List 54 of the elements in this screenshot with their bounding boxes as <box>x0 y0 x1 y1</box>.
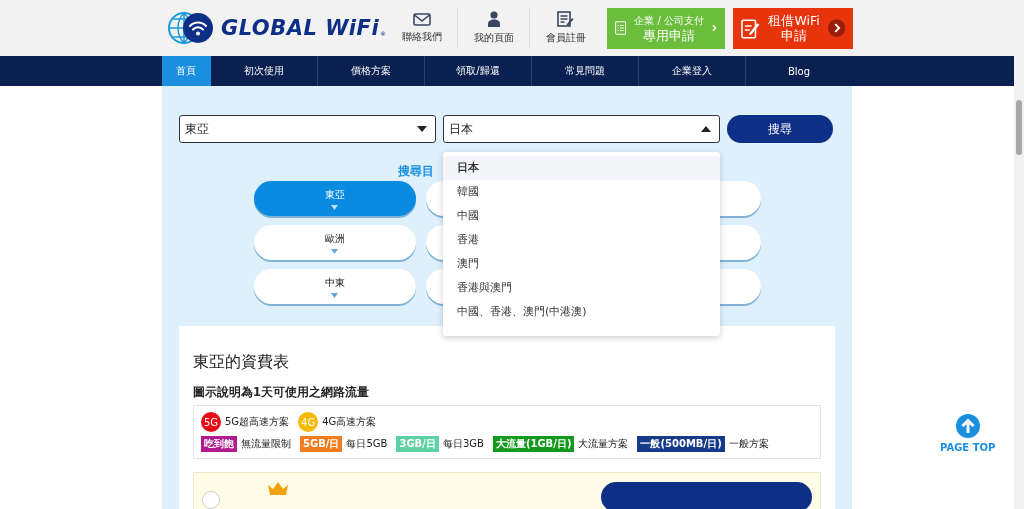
crown-icon <box>267 481 289 495</box>
data-plan-tag: 大流量(1GB/日) <box>492 436 575 452</box>
data-plan-tag: 5GB/日 <box>300 436 343 452</box>
nav-tab[interactable]: 初次使用 <box>210 56 317 86</box>
data-plan-tag: 3GB/日 <box>396 436 439 452</box>
scrollbar-thumb[interactable] <box>1016 100 1022 155</box>
country-option[interactable]: 中國 <box>443 204 720 228</box>
speed-badge: 5G <box>201 412 221 432</box>
legend-label: 大流量方案 <box>578 437 629 451</box>
person-icon <box>487 11 500 27</box>
country-select[interactable]: 日本 <box>443 115 720 143</box>
region-button[interactable]: 東亞 <box>253 181 416 216</box>
country-option[interactable]: 澳門 <box>443 252 720 276</box>
country-option[interactable]: 香港 <box>443 228 720 252</box>
edit-document-icon <box>741 17 761 39</box>
legend-label: 一般方案 <box>728 437 769 451</box>
country-option[interactable]: 韓國 <box>443 180 720 204</box>
header-link[interactable]: 聯絡我們 <box>386 8 458 48</box>
legend-label: 5G超高速方案 <box>225 415 290 429</box>
country-option[interactable]: 日本 <box>443 156 720 180</box>
search-button[interactable]: 搜尋 <box>727 115 833 143</box>
arrow-up-circle-icon <box>955 414 980 438</box>
legend-label: 無流量限制 <box>241 437 291 451</box>
rent-wifi-apply-button[interactable]: 租借WiFi 申請 <box>733 7 854 49</box>
circle-icon <box>202 491 220 509</box>
legend-label: 每日5GB <box>346 437 388 451</box>
country-option[interactable]: 中國、香港、澳門(中港澳) <box>443 300 720 324</box>
search-heading: 搜尋目 <box>398 164 434 178</box>
caret-down-icon <box>331 248 338 254</box>
region-select[interactable]: 東亞 <box>179 115 436 143</box>
rates-title: 東亞的資費表 <box>193 352 290 373</box>
scrollbar[interactable] <box>1014 0 1024 509</box>
caret-up-icon <box>701 126 711 132</box>
globe-wifi-logo-icon[interactable] <box>167 11 215 45</box>
logo-text[interactable]: GLOBAL WiFi <box>221 16 380 40</box>
region-button[interactable]: 歐洲 <box>253 225 416 260</box>
caret-down-icon <box>331 204 338 210</box>
chevron-circle-icon <box>827 19 846 37</box>
rates-subtitle: 圖示說明為1天可使用之網路流量 <box>193 385 370 400</box>
caret-down-icon <box>331 292 338 298</box>
promo-button[interactable] <box>601 482 812 509</box>
data-plan-tag: 吃到飽 <box>201 436 237 452</box>
legend-label: 每日3GB <box>442 437 484 451</box>
form-pencil-icon <box>557 11 575 27</box>
header-link[interactable]: 會員註冊 <box>529 8 602 48</box>
envelope-icon <box>412 12 431 26</box>
legend-label: 4G高速方案 <box>322 415 377 429</box>
data-plan-tag: 一般(500MB/日) <box>637 436 725 452</box>
speed-badge: 4G <box>298 412 319 432</box>
header-link[interactable]: 我的頁面 <box>457 8 530 48</box>
region-button[interactable]: 中東 <box>253 269 416 304</box>
caret-down-icon <box>417 126 427 132</box>
country-option[interactable]: 香港與澳門 <box>443 276 720 300</box>
chevron-right-icon <box>712 22 718 34</box>
